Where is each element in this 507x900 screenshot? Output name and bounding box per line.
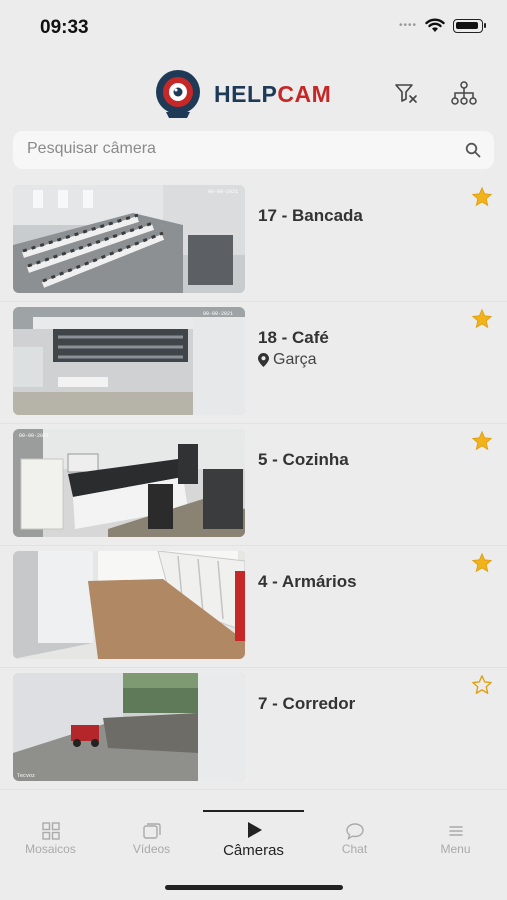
- tab-chat[interactable]: Chat: [304, 822, 405, 856]
- camera-logo-icon: [156, 70, 200, 118]
- tab-cameras[interactable]: Câmeras: [203, 820, 304, 859]
- favorite-star-icon[interactable]: [471, 308, 493, 330]
- camera-item[interactable]: 00-00-2021 5 - Cozinha: [0, 424, 507, 546]
- camera-thumbnail[interactable]: 00-00-2021: [13, 307, 245, 415]
- camera-item[interactable]: 4 - Armários: [0, 546, 507, 668]
- search-bar[interactable]: [13, 131, 494, 169]
- tab-videos[interactable]: Vídeos: [101, 822, 202, 856]
- search-icon[interactable]: [465, 142, 481, 158]
- grid-icon: [41, 822, 60, 840]
- app-header: HELPCAM: [0, 62, 507, 122]
- svg-text:Tecvoz: Tecvoz: [17, 773, 35, 779]
- favorite-star-icon[interactable]: [471, 552, 493, 574]
- status-bar: 09:33 ••••: [0, 0, 507, 54]
- wifi-icon: [425, 18, 445, 32]
- app-logo: HELPCAM: [152, 68, 331, 120]
- camera-location: Garça: [258, 351, 317, 369]
- tab-menu[interactable]: Menu: [405, 822, 506, 856]
- logo-text: HELPCAM: [214, 80, 332, 107]
- camera-name: 17 - Bancada: [258, 206, 363, 225]
- favorite-star-icon[interactable]: [471, 430, 493, 452]
- tab-label: Vídeos: [132, 842, 171, 856]
- home-indicator: [165, 885, 343, 890]
- hierarchy-icon[interactable]: [451, 80, 477, 106]
- chat-icon: [345, 823, 364, 840]
- favorite-star-outline-icon[interactable]: [471, 674, 493, 696]
- camera-thumbnail[interactable]: Tecvoz: [13, 673, 245, 781]
- play-icon: [247, 822, 262, 838]
- office-large-scene: 00-00-2021: [13, 307, 245, 415]
- kitchen-scene: 00-00-2021: [13, 429, 245, 537]
- camera-name: 4 - Armários: [258, 572, 357, 591]
- camera-thumbnail[interactable]: 00-00-2021: [13, 429, 245, 537]
- tab-mosaicos[interactable]: Mosaicos: [0, 822, 101, 856]
- menu-icon: [448, 826, 463, 836]
- tab-label: Menu: [440, 842, 471, 856]
- svg-text:00-00-2021: 00-00-2021: [208, 189, 238, 195]
- camera-item[interactable]: 00-00-2021 17 - Bancada: [0, 180, 507, 302]
- battery-icon: [453, 18, 486, 33]
- svg-text:00-00-2021: 00-00-2021: [19, 433, 49, 439]
- favorite-star-icon[interactable]: [471, 186, 493, 208]
- tab-label: Câmeras: [223, 842, 284, 859]
- status-time: 09:33: [40, 17, 89, 38]
- svg-text:00-00-2021: 00-00-2021: [203, 311, 233, 317]
- signal-icon: ••••: [398, 20, 417, 31]
- office-wide-scene: 00-00-2021: [13, 185, 245, 293]
- camera-thumbnail[interactable]: 00-00-2021: [13, 185, 245, 293]
- corridor-scene: Tecvoz: [13, 673, 245, 781]
- camera-name: 18 - Café: [258, 328, 329, 347]
- location-pin-icon: [258, 353, 269, 367]
- tab-label: Chat: [341, 842, 368, 856]
- clear-filter-icon[interactable]: [393, 80, 419, 106]
- search-input[interactable]: [27, 140, 447, 158]
- camera-name: 7 - Corredor: [258, 694, 356, 713]
- status-icons: ••••: [398, 18, 486, 33]
- camera-item[interactable]: 00-00-2021 18 - Café Garça: [0, 302, 507, 424]
- camera-thumbnail[interactable]: [13, 551, 245, 659]
- camera-item[interactable]: Tecvoz 7 - Corredor: [0, 668, 507, 790]
- lockers-scene: [13, 551, 245, 659]
- camera-list: 00-00-2021 17 - Bancada 00-00-2021 18 - …: [0, 180, 507, 790]
- camera-name: 5 - Cozinha: [258, 450, 349, 469]
- active-tab-indicator: [203, 810, 304, 812]
- tab-label: Mosaicos: [25, 842, 76, 856]
- camera-location-label: Garça: [273, 351, 317, 368]
- videos-icon: [142, 823, 161, 839]
